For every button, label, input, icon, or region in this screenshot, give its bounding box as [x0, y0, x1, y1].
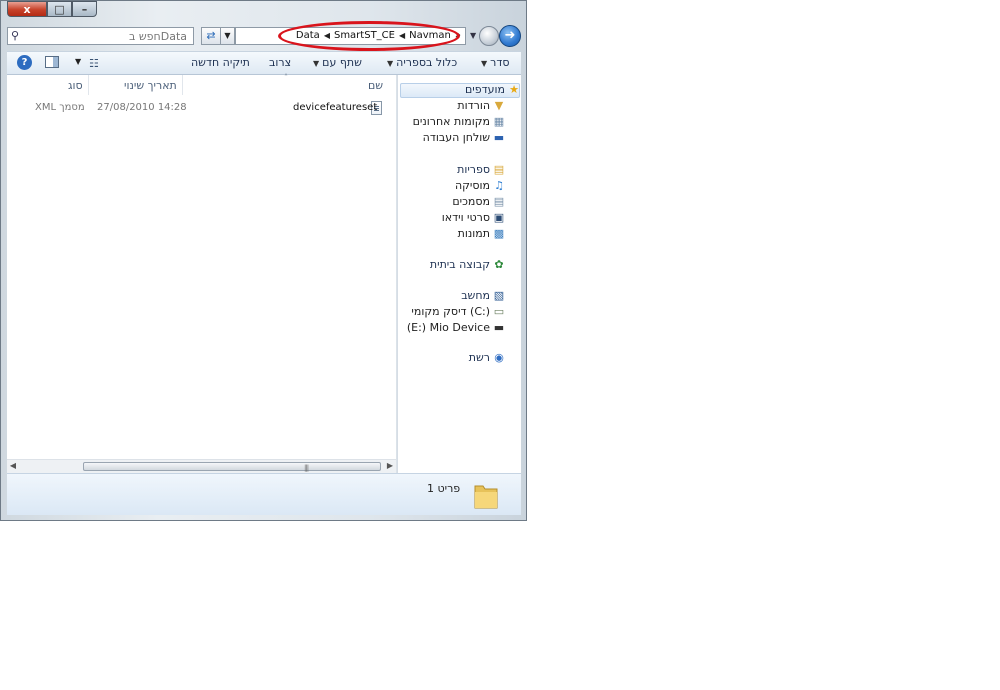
nav-item-computer[interactable]: מחשב ▧ — [461, 289, 505, 302]
item-count: פריט 1 — [427, 482, 461, 495]
nav-item-homegroup[interactable]: קבוצה ביתית ✿ — [430, 258, 505, 271]
nav-label: מחשב — [461, 289, 490, 302]
recent-pages-dropdown[interactable]: ▼ — [470, 31, 476, 40]
horizontal-scrollbar[interactable]: ◀ ||| ▶ — [7, 459, 396, 473]
nav-item-network[interactable]: רשת ◉ — [469, 351, 505, 364]
column-header-date-modified[interactable]: תאריך שינוי — [124, 79, 177, 92]
nav-label: מוסיקה — [454, 179, 490, 192]
file-date: 27/08/2010 14:28 — [97, 102, 187, 113]
sort-ascending-icon: ˄ — [284, 73, 288, 82]
scroll-grip-icon: ||| — [304, 464, 309, 472]
nav-item-documents[interactable]: מסמכים ▤ — [452, 195, 505, 208]
file-list[interactable]: ˄ שם תאריך שינוי סוג devicefeatureset 27… — [7, 73, 396, 459]
preview-pane-icon[interactable] — [45, 56, 59, 68]
back-button[interactable]: ➜ — [499, 25, 521, 47]
scroll-right-icon[interactable]: ▶ — [384, 461, 396, 470]
local-disk-icon: ▭ — [493, 304, 505, 318]
details-pane: פריט 1 — [7, 473, 521, 515]
nav-label: מסמכים — [452, 195, 490, 208]
nav-label: ספריות — [457, 163, 490, 176]
nav-item-recent-places[interactable]: מקומות אחרונים ▦ — [413, 115, 505, 128]
removable-drive-icon: ▬ — [493, 320, 505, 334]
network-icon: ◉ — [494, 350, 504, 364]
nav-label: דיסק מקומי (C:) — [411, 305, 490, 318]
column-header-type[interactable]: סוג — [68, 79, 83, 92]
scroll-left-icon[interactable]: ◀ — [7, 461, 19, 470]
nav-label: תמונות — [457, 227, 490, 240]
change-view-icon[interactable]: ☷ — [89, 57, 99, 70]
homegroup-icon: ✿ — [494, 257, 504, 271]
minimize-button[interactable]: – — [72, 1, 97, 17]
include-in-library-button[interactable]: ▼ כלול בספריה — [387, 56, 457, 69]
maximize-button[interactable]: □ — [47, 1, 72, 17]
nav-item-downloads[interactable]: הורדות ▼ — [457, 99, 505, 112]
help-icon[interactable]: ? — [17, 55, 32, 70]
view-options-dropdown[interactable]: ▼ — [75, 57, 81, 66]
burn-button[interactable]: צרוב — [269, 56, 291, 69]
nav-label: הורדות — [457, 99, 490, 112]
address-history-dropdown[interactable]: ▼ — [221, 27, 235, 45]
command-bar: ? ▼ ☷ תיקיה חדשה צרוב ▼ שתף עם ▼ כלול בספר… — [7, 51, 521, 75]
file-type: XML מסמך — [35, 102, 85, 113]
search-box[interactable]: ⚲ חפש בData — [7, 27, 194, 45]
navigation-pane: מועדפים ★ הורדות ▼ מקומות אחרונים ▦ שולח… — [397, 75, 521, 473]
nav-label: קבוצה ביתית — [429, 258, 490, 271]
explorer-window: x □ – ⚲ חפש בData ⇄ ▼ Data ◀ SmartST_CE … — [0, 0, 527, 521]
computer-icon: ▧ — [493, 288, 505, 302]
nav-item-pictures[interactable]: תמונות ▩ — [458, 227, 505, 240]
share-with-button[interactable]: ▼ שתף עם — [313, 56, 362, 69]
videos-icon: ▣ — [493, 210, 505, 224]
caption-buttons: x □ – — [7, 1, 97, 18]
column-header-name[interactable]: שם — [368, 79, 383, 92]
nav-item-music[interactable]: מוסיקה ♫ — [455, 179, 505, 192]
nav-label: (E:) Mio Device — [406, 321, 490, 334]
libraries-icon: ▤ — [493, 162, 505, 176]
column-separator[interactable] — [182, 75, 183, 95]
nav-item-desktop[interactable]: שולחן העבודה ▬ — [423, 131, 505, 144]
downloads-folder-icon: ▼ — [494, 98, 504, 112]
nav-item-libraries[interactable]: ספריות ▤ — [457, 163, 505, 176]
nav-item-local-disk[interactable]: דיסק מקומי (C:) ▭ — [411, 305, 505, 318]
refresh-icon[interactable]: ⇄ — [201, 27, 221, 45]
nav-label: שולחן העבודה — [422, 131, 490, 144]
recent-places-icon: ▦ — [493, 114, 505, 128]
column-separator[interactable] — [88, 75, 89, 95]
forward-button[interactable] — [479, 26, 499, 46]
folder-icon — [474, 485, 498, 509]
scrollbar-thumb[interactable]: ||| — [83, 462, 381, 472]
nav-item-mio-device[interactable]: (E:) Mio Device ▬ — [407, 321, 505, 334]
search-icon[interactable]: ⚲ — [11, 29, 19, 42]
red-annotation-circle — [278, 21, 460, 51]
nav-label: מקומות אחרונים — [412, 115, 490, 128]
star-icon: ★ — [509, 82, 519, 96]
file-name: devicefeatureset — [293, 102, 378, 113]
close-button[interactable]: x — [7, 1, 47, 17]
new-folder-button[interactable]: תיקיה חדשה — [191, 56, 250, 69]
pictures-icon: ▩ — [493, 226, 505, 240]
nav-item-videos[interactable]: סרטי וידאו ▣ — [442, 211, 505, 224]
music-icon: ♫ — [494, 178, 504, 192]
desktop-icon: ▬ — [493, 130, 505, 144]
documents-icon: ▤ — [493, 194, 505, 208]
nav-item-favorites[interactable]: מועדפים ★ — [465, 83, 520, 96]
nav-label: רשת — [468, 351, 490, 364]
nav-label: סרטי וידאו — [441, 211, 490, 224]
nav-label: מועדפים — [465, 83, 505, 96]
search-placeholder: חפש בData — [129, 30, 187, 43]
file-row[interactable]: devicefeatureset 27/08/2010 14:28 XML מס… — [7, 101, 396, 118]
organize-button[interactable]: ▼ סדר — [481, 56, 510, 69]
